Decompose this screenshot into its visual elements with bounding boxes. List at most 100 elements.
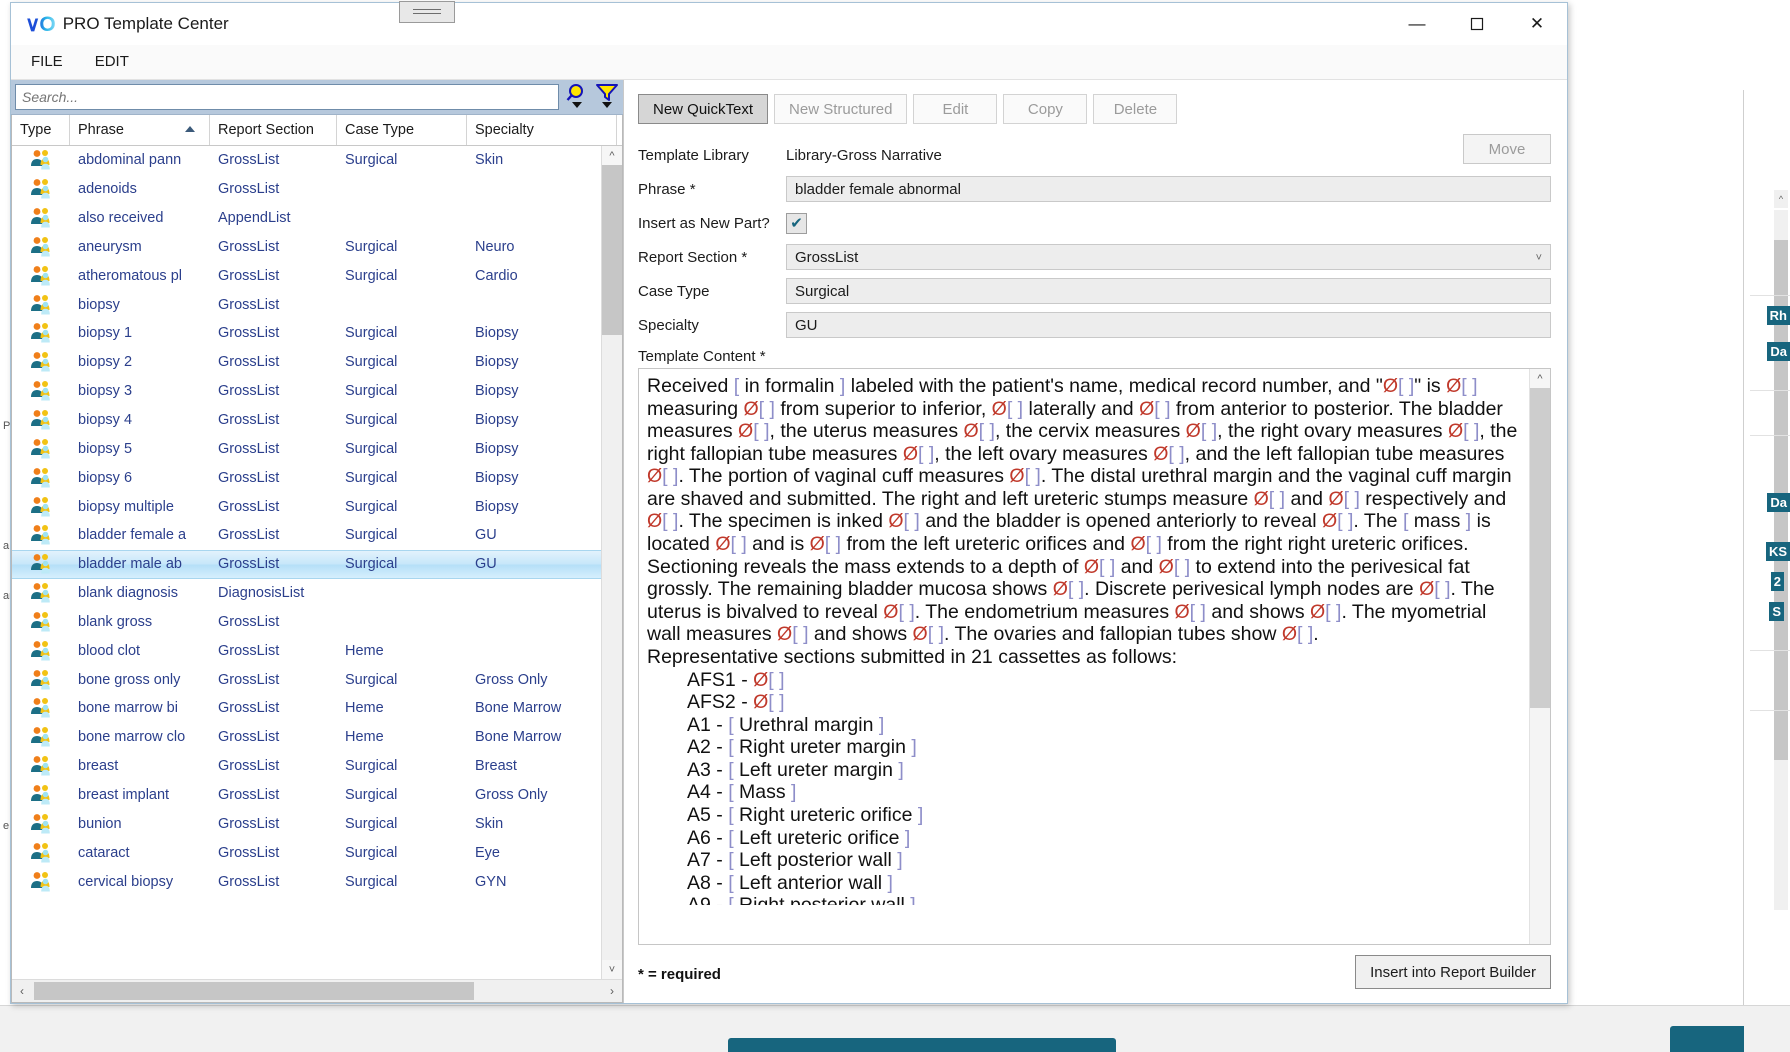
table-row[interactable]: blood clot GrossList Heme — [12, 636, 601, 665]
placeholder-token[interactable]: Ø — [810, 533, 825, 555]
search-input[interactable] — [15, 84, 559, 110]
content-vertical-scrollbar[interactable]: ^ — [1529, 369, 1550, 944]
table-row[interactable]: biopsy GrossList — [12, 290, 601, 319]
minimize-icon[interactable]: — — [1387, 3, 1447, 45]
phrase-field[interactable]: bladder female abnormal — [786, 176, 1551, 202]
specialty-field[interactable]: GU — [786, 312, 1551, 338]
table-row[interactable]: blank gross GrossList — [12, 608, 601, 637]
placeholder-token[interactable]: Ø — [1186, 420, 1201, 442]
placeholder-token[interactable]: Ø — [1328, 488, 1343, 510]
placeholder-token[interactable]: Ø — [1310, 601, 1325, 623]
placeholder-token[interactable]: Ø — [888, 510, 903, 532]
insert-into-report-builder-button[interactable]: Insert into Report Builder — [1355, 955, 1551, 989]
placeholder-token[interactable]: Ø — [1153, 443, 1168, 465]
field-token[interactable]: Left ureter margin — [739, 759, 893, 781]
placeholder-token[interactable]: Ø — [1383, 375, 1398, 397]
placeholder-token[interactable]: Ø — [913, 623, 928, 645]
table-row[interactable]: breast implant GrossList Surgical Gross Onl… — [12, 781, 601, 810]
move-button[interactable]: Move — [1463, 134, 1551, 164]
table-row[interactable]: also received AppendList — [12, 204, 601, 233]
grid-vertical-scrollbar[interactable]: ^ ˅ — [601, 146, 622, 979]
table-row[interactable]: biopsy 5 GrossList Surgical Biopsy — [12, 434, 601, 463]
delete-button[interactable]: Delete — [1093, 94, 1178, 124]
placeholder-token[interactable]: Ø — [738, 420, 753, 442]
column-header-specialty[interactable]: Specialty — [467, 115, 617, 145]
table-row[interactable]: cataract GrossList Surgical Eye — [12, 838, 601, 867]
placeholder-token[interactable]: Ø — [1159, 556, 1174, 578]
field-token[interactable]: Right ureter margin — [739, 736, 906, 758]
background-scroll-up-button[interactable]: ^ — [1774, 190, 1788, 208]
field-token[interactable]: Urethral margin — [739, 714, 873, 736]
copy-button[interactable]: Copy — [1003, 94, 1088, 124]
field-token[interactable]: Right ureteric orifice — [739, 804, 912, 826]
table-row[interactable]: biopsy 3 GrossList Surgical Biopsy — [12, 377, 601, 406]
placeholder-token[interactable]: Ø — [1419, 578, 1434, 600]
column-header-type[interactable]: Type — [12, 115, 70, 145]
field-token[interactable]: in formalin — [745, 375, 835, 397]
table-row[interactable]: bunion GrossList Surgical Skin — [12, 809, 601, 838]
table-row[interactable]: adenoids GrossList — [12, 175, 601, 204]
field-token[interactable]: mass — [1414, 510, 1461, 532]
grid-scroll-up-icon[interactable]: ^ — [602, 146, 622, 165]
table-row[interactable]: biopsy 4 GrossList Surgical Biopsy — [12, 406, 601, 435]
column-header-case-type[interactable]: Case Type — [337, 115, 467, 145]
column-header-phrase[interactable]: Phrase — [70, 115, 210, 145]
edit-button[interactable]: Edit — [913, 94, 998, 124]
content-scroll-up-icon[interactable]: ^ — [1530, 369, 1550, 388]
table-row[interactable]: bone marrow bi GrossList Heme Bone Marrow — [12, 694, 601, 723]
table-row[interactable]: breast GrossList Surgical Breast — [12, 752, 601, 781]
placeholder-token[interactable]: Ø — [964, 420, 979, 442]
table-row[interactable]: atheromatous pl GrossList Surgical Cardio — [12, 261, 601, 290]
placeholder-token[interactable]: Ø — [903, 443, 918, 465]
placeholder-token[interactable]: Ø — [1282, 623, 1297, 645]
maximize-icon[interactable] — [1447, 3, 1507, 45]
placeholder-token[interactable]: Ø — [1053, 578, 1068, 600]
placeholder-token[interactable]: Ø — [1175, 601, 1190, 623]
placeholder-token[interactable]: Ø — [647, 465, 662, 487]
placeholder-token[interactable]: Ø — [1254, 488, 1269, 510]
table-row[interactable]: bone gross only GrossList Surgical Gross On… — [12, 665, 601, 694]
placeholder-token[interactable]: Ø — [777, 623, 792, 645]
placeholder-token[interactable]: Ø — [647, 510, 662, 532]
table-row[interactable]: bladder female a GrossList Surgical GU — [12, 521, 601, 550]
field-token[interactable]: Left posterior wall — [739, 849, 892, 871]
placeholder-token[interactable]: Ø — [1448, 420, 1463, 442]
table-row[interactable]: biopsy multiple GrossList Surgical Biopsy — [12, 492, 601, 521]
placeholder-token[interactable]: Ø — [883, 601, 898, 623]
new-quicktext-button[interactable]: New QuickText — [638, 94, 769, 124]
column-header-report-section[interactable]: Report Section — [210, 115, 337, 145]
template-content-editor[interactable]: Received [ in formalin ] labeled with th… — [638, 368, 1551, 945]
content-scroll-thumb[interactable] — [1530, 388, 1550, 708]
table-row[interactable]: cervical biopsy GrossList Surgical GYN — [12, 867, 601, 896]
window-grab-handle[interactable] — [399, 1, 455, 23]
placeholder-token[interactable]: Ø — [715, 533, 730, 555]
search-icon[interactable] — [565, 83, 589, 111]
table-row[interactable]: abdominal pann GrossList Surgical Skin — [12, 146, 601, 175]
menu-edit[interactable]: EDIT — [83, 45, 141, 79]
placeholder-token[interactable]: Ø — [753, 691, 768, 713]
grid-scroll-thumb[interactable] — [602, 165, 622, 335]
placeholder-token[interactable]: Ø — [1009, 465, 1024, 487]
table-row[interactable]: blank diagnosis DiagnosisList — [12, 579, 601, 608]
grid-scroll-left-icon[interactable]: ‹ — [12, 980, 32, 1002]
placeholder-token[interactable]: Ø — [1446, 375, 1461, 397]
menu-file[interactable]: FILE — [19, 45, 75, 79]
field-token[interactable]: Left ureteric orifice — [739, 827, 899, 849]
placeholder-token[interactable]: Ø — [1322, 510, 1337, 532]
placeholder-token[interactable]: Ø — [1130, 533, 1145, 555]
grid-horizontal-scrollbar[interactable]: ‹ › — [12, 979, 622, 1002]
placeholder-token[interactable]: Ø — [743, 398, 758, 420]
case-type-field[interactable]: Surgical — [786, 278, 1551, 304]
field-token[interactable]: Mass — [739, 781, 786, 803]
table-row[interactable]: biopsy 6 GrossList Surgical Biopsy — [12, 463, 601, 492]
filter-icon[interactable] — [595, 83, 619, 111]
field-token[interactable]: Right posterior wall — [739, 894, 905, 905]
table-row[interactable]: aneurysm GrossList Surgical Neuro — [12, 233, 601, 262]
table-row[interactable]: biopsy 2 GrossList Surgical Biopsy — [12, 348, 601, 377]
placeholder-token[interactable]: Ø — [1139, 398, 1154, 420]
table-row[interactable]: bladder male ab GrossList Surgical GU — [12, 549, 601, 579]
close-icon[interactable]: ✕ — [1507, 3, 1567, 45]
template-content-text[interactable]: Received [ in formalin ] labeled with th… — [639, 369, 1529, 944]
placeholder-token[interactable]: Ø — [1084, 556, 1099, 578]
new-structured-button[interactable]: New Structured — [774, 94, 908, 124]
